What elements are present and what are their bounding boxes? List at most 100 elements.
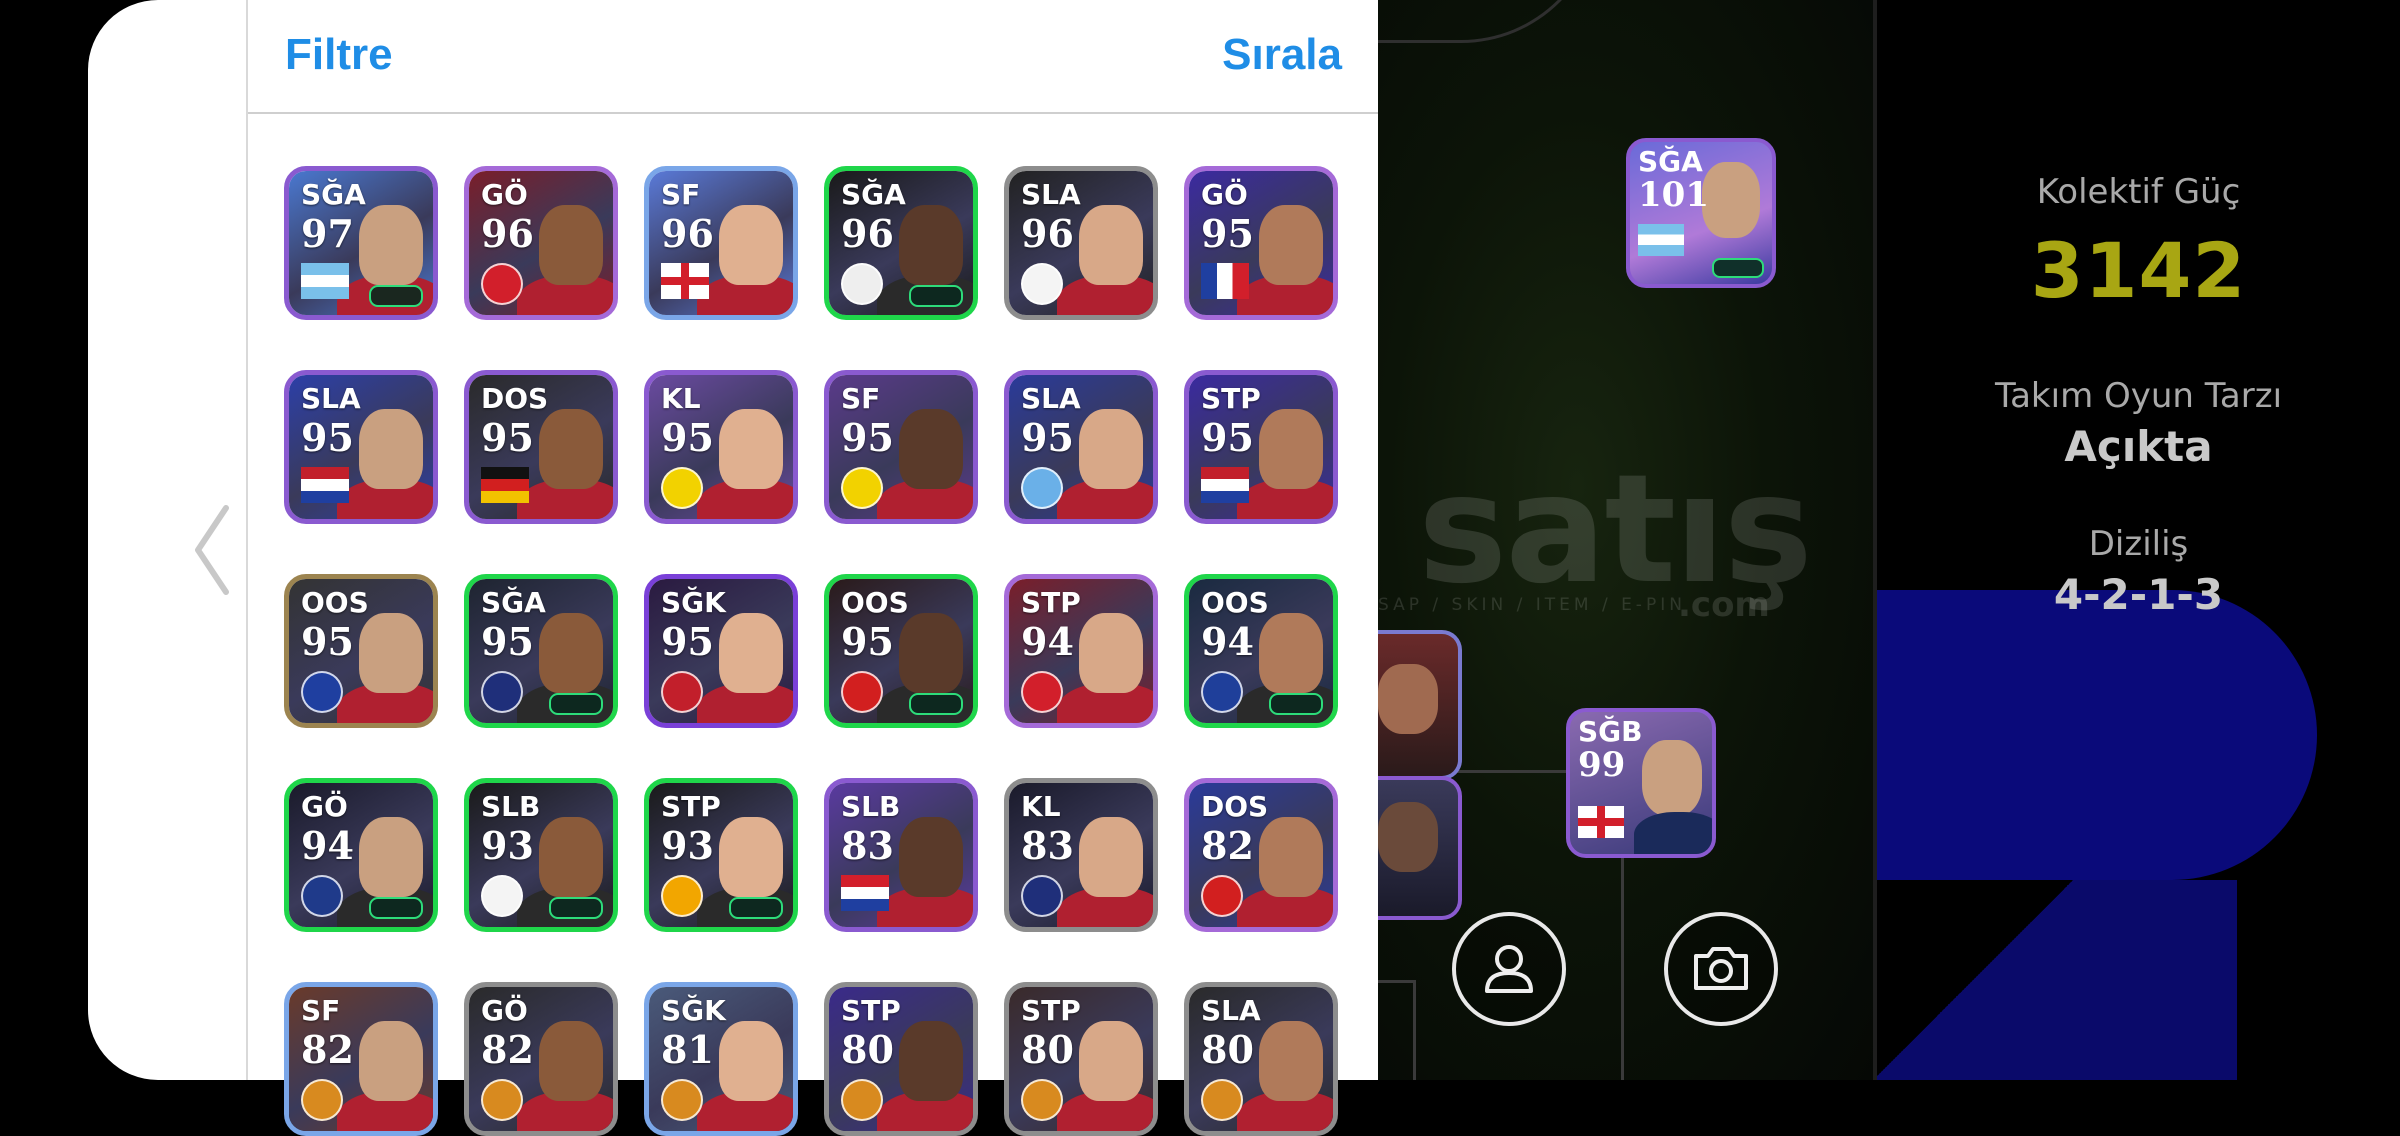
player-card[interactable]: GÖ 94 bbox=[284, 778, 438, 932]
player-position: KL bbox=[1021, 790, 1061, 823]
club-mancity-icon bbox=[1021, 467, 1063, 509]
player-card[interactable]: DOS 95 bbox=[464, 370, 618, 524]
player-card[interactable]: STP 95 bbox=[1184, 370, 1338, 524]
player-position: SLA bbox=[1201, 994, 1261, 1027]
player-card[interactable]: OOS 95 bbox=[824, 574, 978, 728]
player-position: SLA bbox=[1021, 382, 1081, 415]
player-rating: 94 bbox=[1021, 619, 1074, 664]
player-photo bbox=[1259, 205, 1323, 285]
club-chelsea-icon bbox=[301, 671, 343, 713]
profile-button[interactable] bbox=[1452, 912, 1566, 1026]
player-card[interactable]: SĞA 95 bbox=[464, 574, 618, 728]
player-card[interactable]: SLA 96 bbox=[1004, 166, 1158, 320]
player-card[interactable]: SLA 80 bbox=[1184, 982, 1338, 1136]
player-card[interactable]: STP 80 bbox=[1004, 982, 1158, 1136]
player-card[interactable]: STP 80 bbox=[824, 982, 978, 1136]
player-position: SLA bbox=[301, 382, 361, 415]
player-card[interactable]: SLB 93 bbox=[464, 778, 618, 932]
stat-label: Takım Oyun Tarzı bbox=[1994, 376, 2283, 416]
player-photo bbox=[1079, 205, 1143, 285]
player-card[interactable]: OOS 95 bbox=[284, 574, 438, 728]
player-card[interactable]: SF 82 bbox=[284, 982, 438, 1136]
player-position: STP bbox=[1021, 994, 1081, 1027]
decorative-shape bbox=[1877, 590, 2317, 880]
boost-pill bbox=[909, 693, 963, 715]
pitch-player-card[interactable]: SĞA 101 bbox=[1626, 138, 1776, 288]
player-photo bbox=[899, 205, 963, 285]
player-card[interactable]: SLB 83 bbox=[824, 778, 978, 932]
player-card[interactable]: GÖ 82 bbox=[464, 982, 618, 1136]
player-position: SF bbox=[301, 994, 341, 1027]
pitch-player-card[interactable] bbox=[1376, 776, 1462, 920]
stat-value: Açıkta bbox=[2064, 422, 2213, 471]
player-card[interactable]: SLA 95 bbox=[284, 370, 438, 524]
player-card[interactable]: SĞA 96 bbox=[824, 166, 978, 320]
player-rating: 93 bbox=[661, 823, 714, 868]
club-generic-icon bbox=[1021, 1079, 1063, 1121]
player-photo bbox=[539, 613, 603, 693]
player-card[interactable]: SLA 95 bbox=[1004, 370, 1158, 524]
stat-label: Diziliş bbox=[2088, 524, 2189, 564]
player-rating: 95 bbox=[481, 619, 534, 664]
flag-england-icon bbox=[1578, 806, 1624, 838]
player-rating: 80 bbox=[1021, 1027, 1074, 1072]
club-wolves-icon bbox=[661, 875, 703, 917]
player-card[interactable]: SĞK 81 bbox=[644, 982, 798, 1136]
player-photo bbox=[899, 817, 963, 897]
player-card[interactable]: KL 95 bbox=[644, 370, 798, 524]
player-card[interactable]: SĞK 95 bbox=[644, 574, 798, 728]
pitch-line bbox=[1413, 980, 1416, 1080]
pitch-player-card[interactable]: SĞB 99 bbox=[1566, 708, 1716, 858]
club-generic-icon bbox=[481, 1079, 523, 1121]
player-card[interactable]: OOS 94 bbox=[1184, 574, 1338, 728]
flag-england-icon bbox=[661, 263, 709, 299]
decorative-shape bbox=[1877, 880, 2237, 1080]
club-realmadrid-icon bbox=[1021, 263, 1063, 305]
player-card[interactable]: STP 94 bbox=[1004, 574, 1158, 728]
player-card[interactable]: KL 83 bbox=[1004, 778, 1158, 932]
player-card[interactable]: STP 93 bbox=[644, 778, 798, 932]
player-position: OOS bbox=[301, 586, 369, 619]
club-tottenham-icon bbox=[481, 875, 523, 917]
player-position: SĞA bbox=[841, 178, 906, 211]
player-rating: 82 bbox=[481, 1027, 534, 1072]
flag-argentina-icon bbox=[1638, 224, 1684, 256]
player-photo bbox=[1378, 664, 1438, 734]
player-card[interactable]: DOS 82 bbox=[1184, 778, 1338, 932]
camera-button[interactable] bbox=[1664, 912, 1778, 1026]
player-photo bbox=[719, 205, 783, 285]
boost-pill bbox=[1712, 258, 1764, 278]
flag-germany-icon bbox=[481, 467, 529, 503]
player-photo bbox=[719, 409, 783, 489]
player-card[interactable]: GÖ 96 bbox=[464, 166, 618, 320]
player-card[interactable]: GÖ 95 bbox=[1184, 166, 1338, 320]
boost-pill bbox=[909, 285, 963, 307]
player-card[interactable]: SF 96 bbox=[644, 166, 798, 320]
player-rating: 80 bbox=[1201, 1027, 1254, 1072]
player-photo bbox=[719, 817, 783, 897]
flag-netherlands-icon bbox=[1201, 467, 1249, 503]
player-card[interactable]: SĞA 97 bbox=[284, 166, 438, 320]
player-rating: 80 bbox=[841, 1027, 894, 1072]
back-button[interactable] bbox=[182, 500, 242, 600]
player-position: STP bbox=[1201, 382, 1261, 415]
player-position: GÖ bbox=[1201, 178, 1248, 211]
sort-button[interactable]: Sırala bbox=[1222, 30, 1342, 80]
player-photo bbox=[1259, 817, 1323, 897]
filter-button[interactable]: Filtre bbox=[285, 30, 393, 80]
player-rating: 95 bbox=[1021, 415, 1074, 460]
player-rating: 81 bbox=[661, 1027, 714, 1072]
player-photo bbox=[539, 409, 603, 489]
player-photo bbox=[719, 613, 783, 693]
player-shirt bbox=[1634, 812, 1712, 854]
flag-argentina-icon bbox=[301, 263, 349, 299]
player-rating: 82 bbox=[1201, 823, 1254, 868]
club-generic-icon bbox=[1201, 1079, 1243, 1121]
player-position: OOS bbox=[1201, 586, 1269, 619]
player-photo bbox=[1079, 1021, 1143, 1101]
player-card[interactable]: SF 95 bbox=[824, 370, 978, 524]
player-photo bbox=[539, 205, 603, 285]
flag-croatia-icon bbox=[841, 875, 889, 911]
user-icon bbox=[1485, 945, 1533, 993]
pitch-player-card[interactable] bbox=[1376, 630, 1462, 780]
